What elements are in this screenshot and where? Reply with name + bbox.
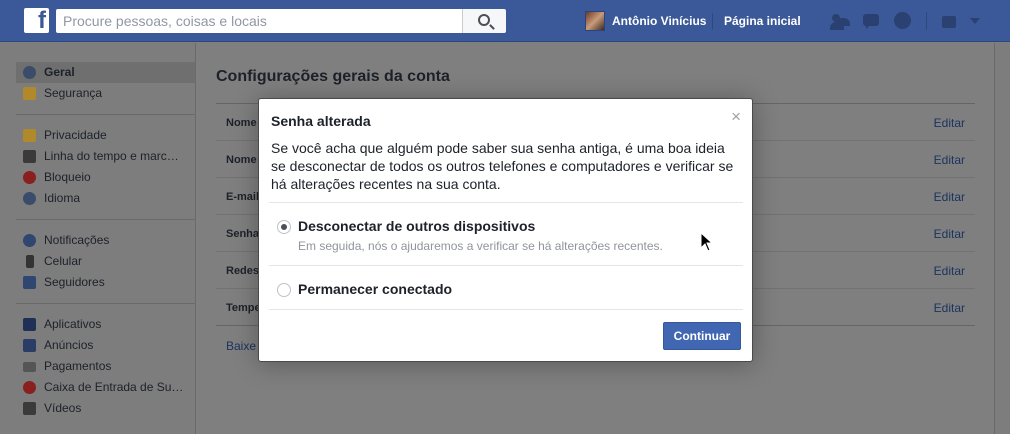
- sidebar-item-label: Celular: [44, 254, 83, 268]
- timeline-icon: [23, 150, 36, 163]
- dialog-divider: [269, 265, 743, 266]
- friend-requests-icon[interactable]: [830, 12, 850, 30]
- edit-link[interactable]: Editar: [934, 227, 965, 241]
- sidebar-item-support-inbox[interactable]: Caixa de Entrada de Su…: [16, 377, 195, 398]
- sidebar-item-label: Idioma: [44, 191, 81, 205]
- row-label: Nome: [226, 117, 257, 129]
- dialog-divider: [269, 202, 743, 203]
- sidebar-item-language[interactable]: Idioma: [16, 188, 195, 209]
- sidebar-item-mobile[interactable]: Celular: [16, 251, 195, 272]
- messages-icon[interactable]: [862, 12, 882, 30]
- page-title: Configurações gerais da conta: [216, 68, 450, 85]
- sidebar-divider: [16, 114, 195, 115]
- facebook-logo[interactable]: f: [24, 7, 49, 34]
- block-icon: [23, 171, 36, 184]
- row-label: Redes: [226, 265, 260, 277]
- sidebar-group-apps: Aplicativos Anúncios Pagamentos Caixa de…: [16, 314, 195, 419]
- home-link[interactable]: Página inicial: [724, 14, 801, 28]
- sidebar-item-label: Anúncios: [44, 338, 94, 352]
- apps-icon: [23, 318, 36, 331]
- search-icon: [478, 14, 490, 26]
- sidebar-item-followers[interactable]: Seguidores: [16, 272, 195, 293]
- dialog-divider: [269, 309, 743, 310]
- sidebar-item-label: Seguidores: [44, 275, 105, 289]
- ads-icon: [23, 339, 36, 352]
- sidebar-item-privacy[interactable]: Privacidade: [16, 125, 195, 146]
- password-changed-dialog: Senha alterada × Se você acha que alguém…: [258, 98, 753, 362]
- settings-sidebar: Geral Segurança Privacidade Linha do tem…: [0, 43, 196, 434]
- sidebar-item-payments[interactable]: Pagamentos: [16, 356, 195, 377]
- sidebar-divider: [16, 303, 195, 304]
- sidebar-group-account: Geral Segurança: [16, 62, 195, 104]
- nav-divider: [712, 13, 713, 29]
- row-label: Nome: [226, 154, 257, 166]
- film-icon: [23, 402, 36, 415]
- account-menu-caret-icon[interactable]: [970, 18, 980, 24]
- download-data-link[interactable]: Baixe: [226, 339, 256, 353]
- sidebar-item-notifications[interactable]: Notificações: [16, 230, 195, 251]
- gear-icon: [23, 66, 36, 79]
- option-description: Em seguida, nós o ajudaremos a verificar…: [298, 239, 663, 253]
- sidebar-item-ads[interactable]: Anúncios: [16, 335, 195, 356]
- logo-letter: f: [38, 7, 46, 34]
- dialog-message: Se você acha que alguém pode saber sua s…: [271, 140, 734, 192]
- mobile-icon: [26, 255, 34, 268]
- continue-button[interactable]: Continuar: [663, 322, 741, 350]
- dialog-title: Senha alterada: [271, 113, 371, 129]
- sidebar-item-label: Linha do tempo e marc…: [44, 149, 179, 163]
- sidebar-item-label: Segurança: [44, 86, 103, 100]
- row-label: Senha: [226, 228, 260, 240]
- edit-link[interactable]: Editar: [934, 190, 965, 204]
- search-input[interactable]: Procure pessoas, coisas e locais: [56, 9, 462, 33]
- sidebar-item-blocking[interactable]: Bloqueio: [16, 167, 195, 188]
- edit-link[interactable]: Editar: [934, 153, 965, 167]
- sidebar-item-timeline[interactable]: Linha do tempo e marc…: [16, 146, 195, 167]
- sidebar-item-label: Caixa de Entrada de Su…: [44, 380, 184, 394]
- rss-icon: [23, 276, 36, 289]
- sidebar-item-security[interactable]: Segurança: [16, 83, 195, 104]
- option-label: Permanecer conectado: [298, 281, 453, 297]
- notifications-globe-icon[interactable]: [893, 12, 913, 30]
- sidebar-item-label: Vídeos: [44, 401, 82, 415]
- shield-icon: [23, 87, 36, 100]
- row-label: E-mail: [226, 191, 260, 203]
- row-label: Tempe: [226, 302, 261, 314]
- sidebar-divider: [16, 219, 195, 220]
- sidebar-group-privacy: Privacidade Linha do tempo e marc… Bloqu…: [16, 125, 195, 209]
- sidebar-item-label: Aplicativos: [44, 317, 102, 331]
- edit-link[interactable]: Editar: [934, 264, 965, 278]
- globe-icon: [23, 192, 36, 205]
- privacy-shortcuts-icon[interactable]: [940, 12, 960, 30]
- sidebar-item-general[interactable]: Geral: [16, 62, 195, 83]
- option-label: Desconectar de outros dispositivos: [298, 218, 536, 234]
- top-navigation-bar: f Procure pessoas, coisas e locais Antôn…: [0, 0, 1010, 42]
- sidebar-item-label: Notificações: [44, 233, 110, 247]
- sidebar-item-apps[interactable]: Aplicativos: [16, 314, 195, 335]
- search-button[interactable]: [462, 9, 506, 33]
- edit-link[interactable]: Editar: [934, 301, 965, 315]
- close-icon[interactable]: ×: [731, 108, 741, 125]
- sidebar-item-videos[interactable]: Vídeos: [16, 398, 195, 419]
- card-icon: [23, 362, 36, 372]
- radio-unselected[interactable]: [277, 283, 291, 297]
- right-rail: [994, 43, 1010, 434]
- avatar[interactable]: [585, 11, 605, 31]
- sidebar-item-label: Geral: [44, 65, 75, 79]
- sidebar-group-notifications: Notificações Celular Seguidores: [16, 230, 195, 293]
- profile-link[interactable]: Antônio Vinícius: [612, 14, 706, 28]
- support-icon: [23, 381, 36, 394]
- sidebar-item-label: Pagamentos: [44, 359, 112, 373]
- edit-link[interactable]: Editar: [934, 116, 965, 130]
- nav-divider: [926, 12, 927, 30]
- radio-selected[interactable]: [277, 220, 291, 234]
- sidebar-item-label: Privacidade: [44, 128, 107, 142]
- notifications-icon: [23, 234, 36, 247]
- lock-icon: [23, 129, 36, 142]
- sidebar-item-label: Bloqueio: [44, 170, 91, 184]
